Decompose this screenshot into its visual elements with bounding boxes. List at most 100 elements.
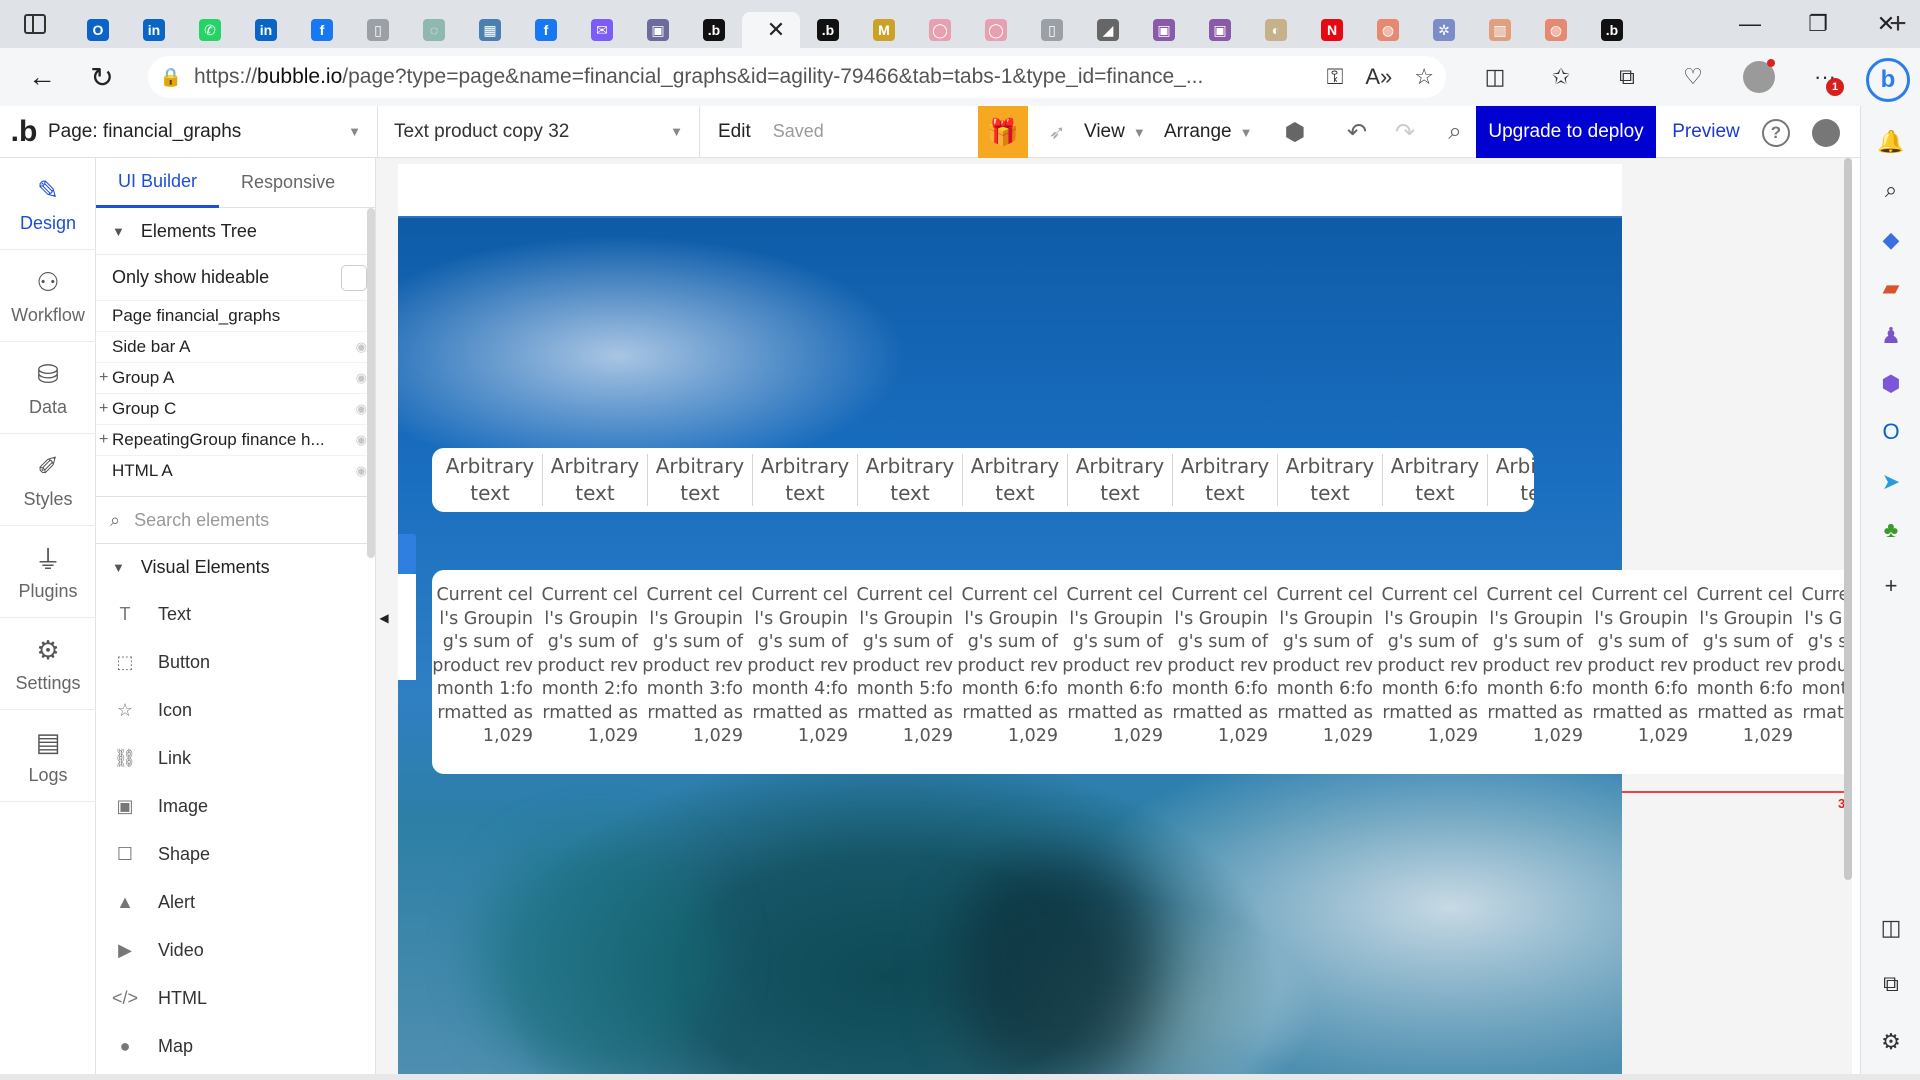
browser-tab[interactable]: ✲	[1416, 12, 1472, 48]
data-cell[interactable]: Current cell's Grouping's sum of product…	[1482, 570, 1587, 774]
plus-icon[interactable]: +	[1861, 566, 1920, 606]
browser-tab[interactable]: ▣	[1136, 12, 1192, 48]
performance-icon[interactable]: ♡	[1660, 48, 1726, 106]
expand-icon[interactable]: +	[99, 431, 108, 449]
chess-icon[interactable]: ♟	[1861, 316, 1920, 356]
data-cell[interactable]: Current cell's Grouping's sum of product…	[852, 570, 957, 774]
header-cell[interactable]: Arbitrary text	[963, 454, 1068, 506]
bing-copilot-button[interactable]: b	[1860, 52, 1916, 108]
visual-element-video[interactable]: ▶ Video	[96, 926, 375, 974]
browser-tab[interactable]: O	[70, 12, 126, 48]
restore-button[interactable]: ❐	[1784, 0, 1852, 48]
data-cell[interactable]: Current cell's Grouping's sum of product…	[642, 570, 747, 774]
active-browser-tab[interactable]: ✕	[742, 12, 800, 48]
gear-icon[interactable]: ⚙	[1861, 1022, 1920, 1062]
header-cell[interactable]: Arbitrary text	[1383, 454, 1488, 506]
visual-element-icon[interactable]: ☆ Icon	[96, 686, 375, 734]
close-window-button[interactable]: ✕	[1852, 0, 1920, 48]
read-aloud-icon[interactable]: A»	[1365, 64, 1392, 90]
page-selector[interactable]: Page: financial_graphs ▼	[48, 105, 378, 158]
search-elements-field[interactable]: ⌕ Search elements	[96, 496, 375, 544]
browser-tab[interactable]: ▯	[1024, 12, 1080, 48]
rail-item-data[interactable]: ⛁ Data	[0, 342, 96, 434]
header-cell[interactable]: Arbitrary text	[1278, 454, 1383, 506]
favorite-star-icon[interactable]: ☆	[1414, 64, 1434, 90]
sidebar-layout-icon[interactable]: ◫	[1861, 908, 1920, 948]
rail-item-settings[interactable]: ⚙ Settings	[0, 618, 96, 710]
key-icon[interactable]: ⚿	[1327, 64, 1344, 90]
visual-element-alert[interactable]: ▲ Alert	[96, 878, 375, 926]
url-field[interactable]: 🔒 https://bubble.io/page?type=page&name=…	[148, 56, 1446, 98]
editor-canvas[interactable]: Arbitrary text Arbitrary text Arbitrary te…	[376, 158, 1852, 1080]
rail-item-workflow[interactable]: ⚇ Workflow	[0, 250, 96, 342]
browser-tab[interactable]: ◍	[1360, 12, 1416, 48]
expand-icon[interactable]: +	[99, 369, 108, 387]
cube-icon[interactable]: ⬢	[1272, 106, 1318, 158]
refresh-button[interactable]: ↻	[72, 48, 132, 106]
browser-tab[interactable]: M	[856, 12, 912, 48]
tab-ui-builder[interactable]: UI Builder	[96, 158, 220, 208]
bubble-logo[interactable]: .b	[0, 106, 48, 158]
header-cell[interactable]: Arbitrary text	[1068, 454, 1173, 506]
header-cell[interactable]: Arbitrary text	[648, 454, 753, 506]
browser-tab[interactable]: ◌	[406, 12, 462, 48]
visual-element-button[interactable]: ⬚ Button	[96, 638, 375, 686]
sidebar-tab[interactable]	[398, 534, 416, 574]
browser-tab[interactable]: ▯	[350, 12, 406, 48]
repeating-group-data-row[interactable]: Current cell's Grouping's sum of product…	[432, 570, 1852, 774]
upgrade-to-deploy-button[interactable]: Upgrade to deploy	[1476, 106, 1656, 158]
browser-tab[interactable]: .b	[800, 12, 856, 48]
browser-tab[interactable]: ◢	[1080, 12, 1136, 48]
header-cell[interactable]: Arbitrary text	[438, 454, 543, 506]
office-icon[interactable]: ⬢	[1861, 364, 1920, 404]
browser-tab[interactable]: ◍	[1528, 12, 1584, 48]
favorites-icon[interactable]: ✩	[1528, 48, 1594, 106]
tree-item[interactable]: Page financial_graphs	[96, 300, 375, 331]
header-cell[interactable]: Arbitrary text	[753, 454, 858, 506]
tree-item[interactable]: HTML A ◉	[96, 455, 375, 486]
browser-tab[interactable]: ◯	[912, 12, 968, 48]
visual-element-text[interactable]: T Text	[96, 590, 375, 638]
redo-icon[interactable]: ↷	[1382, 106, 1428, 158]
rail-item-plugins[interactable]: ⏚ Plugins	[0, 526, 96, 618]
visual-element-html[interactable]: </> HTML	[96, 974, 375, 1022]
browser-tab[interactable]: in	[238, 12, 294, 48]
only-hideable-checkbox[interactable]	[341, 264, 367, 291]
visibility-eye-icon[interactable]: ◉	[356, 432, 367, 448]
browser-tab[interactable]: ▦	[462, 12, 518, 48]
tree-icon[interactable]: ♣	[1861, 510, 1920, 550]
preview-button[interactable]: Preview	[1660, 106, 1752, 158]
header-cell[interactable]: Arbitrary text	[1173, 454, 1278, 506]
browser-tab[interactable]: f	[518, 12, 574, 48]
browser-tab[interactable]: ◯	[968, 12, 1024, 48]
browser-tab[interactable]: ✉	[574, 12, 630, 48]
more-menu-button[interactable]: ··· 1	[1792, 48, 1858, 106]
tab-responsive[interactable]: Responsive	[219, 158, 357, 208]
data-cell[interactable]: Current cell's Grouping's sum of product…	[1167, 570, 1272, 774]
tree-item[interactable]: + RepeatingGroup finance h... ◉	[96, 424, 375, 455]
visual-element-shape[interactable]: ☐ Shape	[96, 830, 375, 878]
browser-tab[interactable]: ▣	[630, 12, 686, 48]
data-cell[interactable]: Current cell's Grouping's sum of product…	[1587, 570, 1692, 774]
browser-tab[interactable]: ◐	[1248, 12, 1304, 48]
data-cell[interactable]: Current cell's Grouping's sum of product…	[537, 570, 642, 774]
data-cell[interactable]: Current cell's Grouping's sum of product…	[747, 570, 852, 774]
visual-elements-header[interactable]: ▼ Visual Elements	[96, 544, 375, 590]
visual-element-image[interactable]: ▣ Image	[96, 782, 375, 830]
data-cell[interactable]: Current cell's Grouping's sum of product…	[1062, 570, 1167, 774]
briefcase-icon[interactable]: ▰	[1861, 268, 1920, 308]
data-cell[interactable]: Current cell's Grouping's sum of product…	[432, 570, 537, 774]
browser-tab[interactable]: in	[126, 12, 182, 48]
data-cell[interactable]: Current cell's Grouping's sum of product…	[1377, 570, 1482, 774]
visibility-eye-icon[interactable]: ◉	[356, 463, 367, 479]
search-icon[interactable]: ⌕	[1861, 170, 1920, 210]
browser-tab[interactable]: .b	[686, 12, 742, 48]
browser-tab[interactable]: ✆	[182, 12, 238, 48]
send-icon[interactable]: ➤	[1861, 462, 1920, 502]
bell-icon[interactable]: 🔔	[1861, 122, 1920, 162]
collapse-panel-handle[interactable]: ◀	[373, 600, 395, 636]
pointer-icon[interactable]: ➶	[1040, 106, 1074, 158]
browser-tab[interactable]: ▥	[1472, 12, 1528, 48]
expand-icon[interactable]: +	[99, 400, 108, 418]
profile-button[interactable]	[1726, 48, 1792, 106]
